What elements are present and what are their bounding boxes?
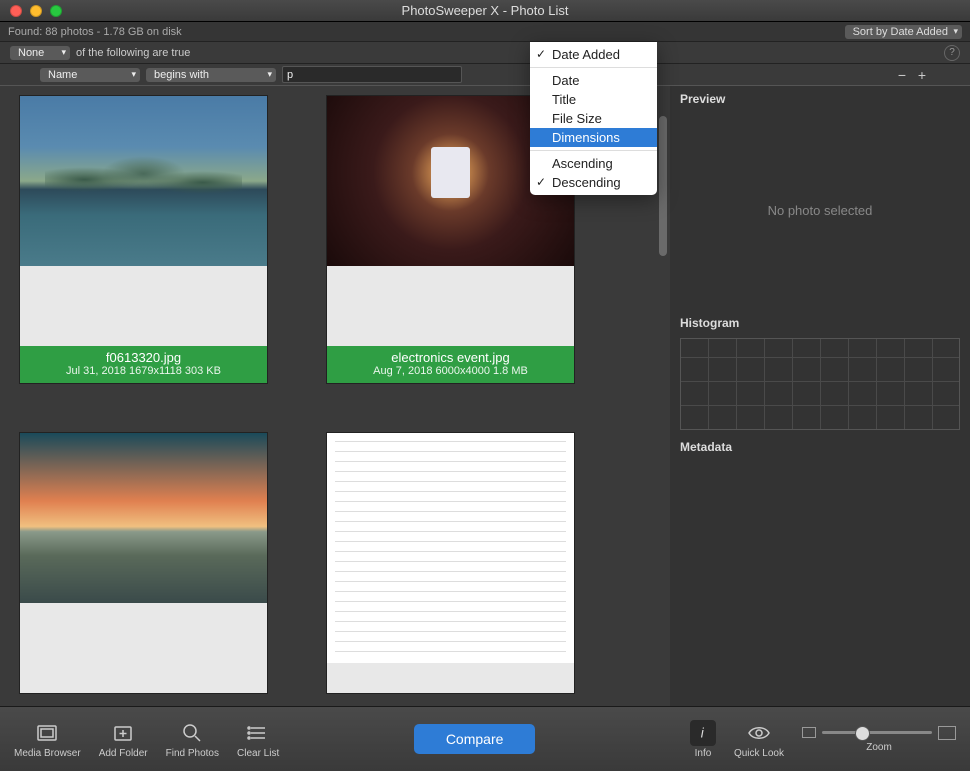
status-bar: Found: 88 photos - 1.78 GB on disk Sort … (0, 22, 970, 42)
photo-filename: electronics event.jpg (327, 350, 574, 365)
window-controls (0, 5, 62, 17)
histogram-title: Histogram (670, 310, 970, 334)
add-folder-label: Add Folder (99, 748, 148, 759)
preview-area: No photo selected (670, 110, 970, 310)
photo-meta: Jul 31, 2018 1679x1118 303 KB (20, 365, 267, 377)
clear-list-label: Clear List (237, 748, 279, 759)
found-count: Found: 88 photos - 1.78 GB on disk (8, 26, 182, 38)
metadata-title: Metadata (670, 434, 970, 458)
zoom-control: Zoom (802, 726, 956, 753)
window-title: PhotoSweeper X - Photo List (0, 3, 970, 18)
media-browser-button[interactable]: Media Browser (14, 720, 81, 759)
photo-thumbnail (327, 433, 574, 663)
sort-menu-item[interactable]: File Size (530, 109, 657, 128)
preview-empty-label: No photo selected (768, 203, 873, 218)
photo-card[interactable] (20, 433, 267, 693)
remove-filter-icon[interactable]: − (894, 67, 910, 83)
vertical-scrollbar[interactable] (656, 86, 670, 706)
sort-menu-item[interactable]: Date Added (530, 45, 657, 64)
menu-separator (530, 150, 657, 151)
help-icon[interactable]: ? (944, 45, 960, 61)
titlebar: PhotoSweeper X - Photo List (0, 0, 970, 22)
clear-list-button[interactable]: Clear List (237, 720, 279, 759)
photo-thumbnail (20, 96, 267, 266)
minimize-icon[interactable] (30, 5, 42, 17)
filter-row-2: Name begins with − + (0, 64, 970, 86)
photo-card[interactable]: f0613320.jpg Jul 31, 2018 1679x1118 303 … (20, 96, 267, 383)
metadata-area (670, 458, 970, 706)
histogram-grid (680, 338, 960, 430)
info-icon: i (690, 720, 716, 746)
sort-order-item[interactable]: Descending (530, 173, 657, 192)
match-suffix-label: of the following are true (76, 47, 190, 59)
svg-text:i: i (701, 725, 705, 740)
field-dropdown[interactable]: Name (40, 68, 140, 82)
scrollbar-thumb[interactable] (659, 116, 667, 256)
filter-add-remove: − + (894, 67, 930, 83)
sort-dropdown[interactable]: Sort by Date Added (845, 25, 962, 39)
clear-list-icon (245, 720, 271, 746)
histogram-area (670, 334, 970, 434)
filter-value-input[interactable] (282, 66, 462, 83)
sidebar: Preview No photo selected Histogram Meta… (670, 86, 970, 706)
info-label: Info (695, 748, 712, 759)
media-browser-icon (34, 720, 60, 746)
add-folder-button[interactable]: Add Folder (99, 720, 148, 759)
quick-look-button[interactable]: Quick Look (734, 720, 784, 759)
zoom-out-icon[interactable] (802, 727, 816, 738)
search-icon (179, 720, 205, 746)
operator-dropdown[interactable]: begins with (146, 68, 276, 82)
filter-row-1: None of the following are true ? (0, 42, 970, 64)
add-folder-icon (110, 720, 136, 746)
match-dropdown[interactable]: None (10, 46, 70, 60)
maximize-icon[interactable] (50, 5, 62, 17)
sort-order-item[interactable]: Ascending (530, 154, 657, 173)
info-button[interactable]: i Info (690, 720, 716, 759)
bottom-toolbar: Media Browser Add Folder Find Photos Cle… (0, 706, 970, 771)
photo-meta: Aug 7, 2018 6000x4000 1.8 MB (327, 365, 574, 377)
zoom-label: Zoom (866, 742, 892, 753)
sort-menu-item[interactable]: Title (530, 90, 657, 109)
zoom-in-icon[interactable] (938, 726, 956, 740)
find-photos-button[interactable]: Find Photos (166, 720, 219, 759)
find-photos-label: Find Photos (166, 748, 219, 759)
media-browser-label: Media Browser (14, 748, 81, 759)
zoom-slider[interactable] (822, 731, 932, 734)
menu-separator (530, 67, 657, 68)
sort-menu-item[interactable]: Date (530, 71, 657, 90)
compare-button[interactable]: Compare (414, 724, 536, 754)
eye-icon (746, 720, 772, 746)
photo-card[interactable] (327, 433, 574, 693)
add-filter-icon[interactable]: + (914, 67, 930, 83)
photo-thumbnail (20, 433, 267, 603)
sort-menu-item[interactable]: Dimensions (530, 128, 657, 147)
sort-menu[interactable]: Date Added Date Title File Size Dimensio… (530, 42, 657, 195)
preview-title: Preview (670, 86, 970, 110)
quick-look-label: Quick Look (734, 748, 784, 759)
close-icon[interactable] (10, 5, 22, 17)
photo-filename: f0613320.jpg (20, 350, 267, 365)
